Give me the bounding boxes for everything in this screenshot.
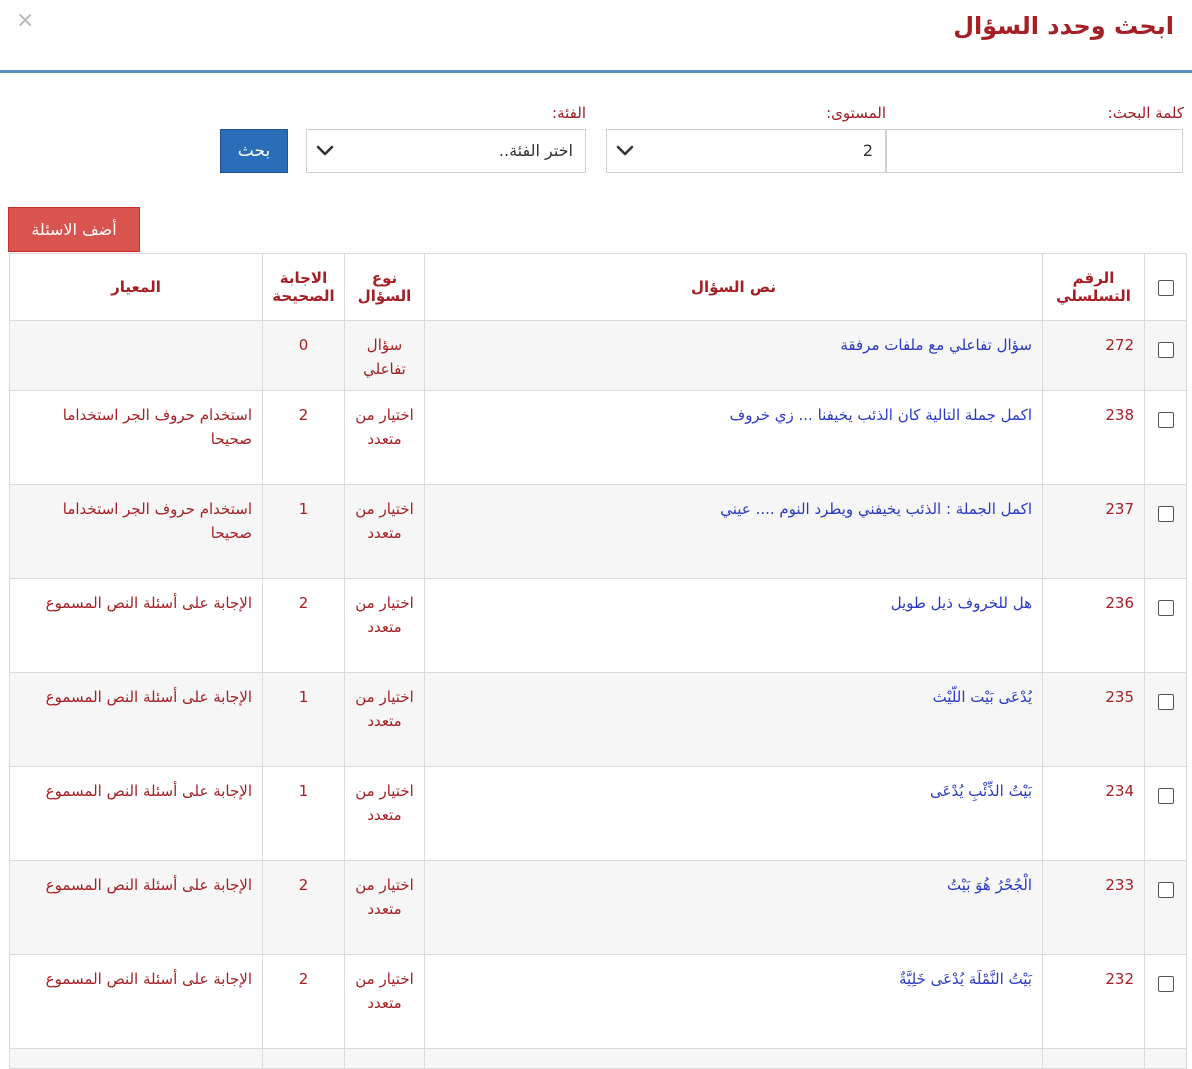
header-serial: الرقم التسلسلي [1042,253,1145,321]
question-cell[interactable]: الْجُحْرُ هُوَ بَيْتُ [424,860,1043,955]
empty-cell [344,1048,425,1069]
answer-cell: 2 [262,578,345,673]
type-cell: اختيار من متعدد [344,954,425,1049]
serial-cell: 233 [1042,860,1145,955]
question-cell[interactable]: اكمل الجملة : الذئب يخيفني ويطرد النوم .… [424,484,1043,579]
question-cell[interactable]: يُدْعَى بَيْت اللّيْث [424,672,1043,767]
empty-cell [9,1048,263,1069]
row-select-cell [1144,390,1187,485]
criterion-cell: استخدام حروف الجر استخداما صحيحا [9,484,263,579]
question-cell[interactable]: بَيْتُ الذِّئْبِ يُدْعَى [424,766,1043,861]
table-row[interactable]: 236 هل للخروف ذيل طويل اختيار من متعدد 2… [9,578,1187,673]
criterion-cell: الإجابة على أسئلة النص المسموع [9,954,263,1049]
answer-cell: 0 [262,320,345,391]
type-cell: اختيار من متعدد [344,766,425,861]
keyword-label: كلمة البحث: [1107,104,1184,122]
select-all-checkbox[interactable] [1157,279,1174,296]
table-row[interactable]: 232 بَيْتُ النَّمْلَة يُدْعَى خَلِيَّةٌ … [9,954,1187,1049]
table-row[interactable]: 272 سؤال تفاعلي مع ملفات مرفقة سؤال تفاع… [9,320,1187,391]
table-row[interactable]: 237 اكمل الجملة : الذئب يخيفني ويطرد الن… [9,484,1187,579]
row-checkbox[interactable] [1157,599,1174,616]
table-row[interactable]: 233 الْجُحْرُ هُوَ بَيْتُ اختيار من متعد… [9,860,1187,955]
serial-cell: 236 [1042,578,1145,673]
category-label: الفئة: [552,104,586,122]
answer-cell: 1 [262,672,345,767]
table-row[interactable]: 238 اكمل جملة التالية كان الذئب يخيفنا .… [9,390,1187,485]
row-checkbox[interactable] [1157,411,1174,428]
row-checkbox[interactable] [1157,787,1174,804]
type-cell: اختيار من متعدد [344,672,425,767]
criterion-cell: الإجابة على أسئلة النص المسموع [9,672,263,767]
criterion-cell: استخدام حروف الجر استخداما صحيحا [9,390,263,485]
dialog-title: ابحث وحدد السؤال [953,12,1174,40]
row-select-cell [1144,320,1187,391]
table-row[interactable]: 235 يُدْعَى بَيْت اللّيْث اختيار من متعد… [9,672,1187,767]
question-cell[interactable]: اكمل جملة التالية كان الذئب يخيفنا ... ز… [424,390,1043,485]
select-all-header [1144,253,1187,321]
row-checkbox[interactable] [1157,341,1174,358]
serial-cell: 238 [1042,390,1145,485]
table-header-row: الرقم التسلسلي نص السؤال نوع السؤال الاج… [9,253,1187,321]
empty-cell [1144,1048,1187,1069]
row-select-cell [1144,578,1187,673]
table-row-partial [9,1048,1187,1069]
type-cell: اختيار من متعدد [344,578,425,673]
question-cell[interactable]: هل للخروف ذيل طويل [424,578,1043,673]
keyword-input[interactable] [886,129,1183,173]
serial-cell: 272 [1042,320,1145,391]
header-criterion: المعيار [9,253,263,321]
answer-cell: 2 [262,954,345,1049]
answer-cell: 1 [262,766,345,861]
type-cell: اختيار من متعدد [344,860,425,955]
category-select[interactable]: اختر الفئة.. [306,129,586,173]
criterion-cell [9,320,263,391]
type-cell: اختيار من متعدد [344,390,425,485]
header-type: نوع السؤال [344,253,425,321]
question-cell[interactable]: سؤال تفاعلي مع ملفات مرفقة [424,320,1043,391]
chevron-down-icon [616,145,634,156]
level-label: المستوى: [826,104,886,122]
empty-cell [262,1048,345,1069]
serial-cell: 235 [1042,672,1145,767]
row-checkbox[interactable] [1157,975,1174,992]
category-select-value: اختر الفئة.. [498,141,573,160]
criterion-cell: الإجابة على أسئلة النص المسموع [9,860,263,955]
row-select-cell [1144,672,1187,767]
criterion-cell: الإجابة على أسئلة النص المسموع [9,766,263,861]
serial-cell: 232 [1042,954,1145,1049]
row-select-cell [1144,860,1187,955]
add-questions-button[interactable]: أضف الاسئلة [8,207,140,252]
empty-cell [424,1048,1043,1069]
question-cell[interactable]: بَيْتُ النَّمْلَة يُدْعَى خَلِيَّةٌ [424,954,1043,1049]
level-select-value: 2 [862,141,873,160]
level-select[interactable]: 2 [606,129,886,173]
serial-cell: 234 [1042,766,1145,861]
dialog-header: ابحث وحدد السؤال × [0,0,1192,73]
row-checkbox[interactable] [1157,505,1174,522]
header-question: نص السؤال [424,253,1043,321]
close-icon[interactable]: × [16,8,34,33]
table-row[interactable]: 234 بَيْتُ الذِّئْبِ يُدْعَى اختيار من م… [9,766,1187,861]
row-checkbox[interactable] [1157,693,1174,710]
answer-cell: 2 [262,860,345,955]
type-cell: سؤال تفاعلي [344,320,425,391]
questions-table: الرقم التسلسلي نص السؤال نوع السؤال الاج… [9,253,1187,1069]
header-answer: الاجابة الصحيحة [262,253,345,321]
row-select-cell [1144,954,1187,1049]
type-cell: اختيار من متعدد [344,484,425,579]
empty-cell [1042,1048,1145,1069]
row-checkbox[interactable] [1157,881,1174,898]
row-select-cell [1144,766,1187,861]
serial-cell: 237 [1042,484,1145,579]
row-select-cell [1144,484,1187,579]
answer-cell: 1 [262,484,345,579]
search-button[interactable]: بحث [220,129,288,173]
answer-cell: 2 [262,390,345,485]
chevron-down-icon [316,145,334,156]
criterion-cell: الإجابة على أسئلة النص المسموع [9,578,263,673]
